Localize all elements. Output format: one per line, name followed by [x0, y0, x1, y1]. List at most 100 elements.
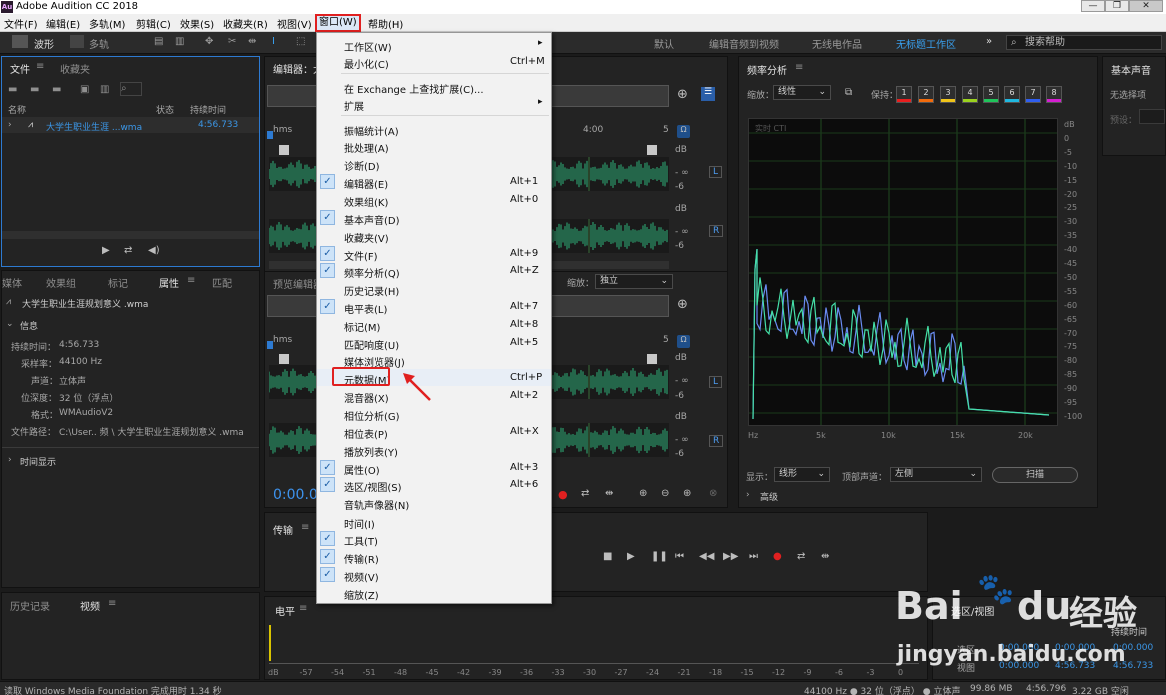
- panel-menu-icon[interactable]: ≡: [795, 62, 803, 73]
- headphone-icon[interactable]: Ω: [677, 125, 690, 138]
- hold-button-2[interactable]: 2: [918, 86, 934, 103]
- column-status[interactable]: 状态: [156, 103, 174, 116]
- slip-tool-icon[interactable]: ⇹: [248, 36, 256, 47]
- panel-menu-icon[interactable]: ≡: [299, 603, 307, 614]
- filter-search-icon[interactable]: ⌕: [120, 82, 142, 96]
- zoom-select[interactable]: 独立 ⌄: [595, 274, 673, 289]
- pitch-display-icon[interactable]: ▥: [175, 36, 184, 47]
- window-menu-item[interactable]: 历史记录(H): [317, 280, 551, 298]
- autoplay-icon[interactable]: ◀): [148, 245, 160, 256]
- zoom-out-amplitude-icon[interactable]: ⊖: [661, 488, 669, 499]
- channel-left-button[interactable]: L: [709, 166, 723, 178]
- stop-icon[interactable]: ■: [603, 551, 612, 562]
- multitrack-view-button[interactable]: 多轨: [89, 36, 109, 51]
- window-menu-item[interactable]: 标记(M) Alt+8: [317, 316, 551, 334]
- menu-favorites[interactable]: 收藏夹(R): [223, 16, 268, 31]
- frequency-graph[interactable]: 实时 CTI: [748, 118, 1058, 426]
- tab-media[interactable]: 媒体: [2, 275, 22, 290]
- hold-button-3[interactable]: 3: [940, 86, 956, 103]
- menu-file[interactable]: 文件(F): [4, 16, 38, 31]
- hold-button-4[interactable]: 4: [962, 86, 978, 103]
- search-help-input[interactable]: ⌕ 搜索帮助: [1006, 35, 1162, 50]
- preview-playhead-marker[interactable]: [267, 341, 273, 349]
- tab-video[interactable]: 视频: [80, 598, 100, 613]
- tab-match[interactable]: 匹配: [212, 275, 232, 290]
- window-menu-item[interactable]: ✓ 文件(F) Alt+9: [317, 245, 551, 263]
- preview-channel-left[interactable]: L: [709, 376, 723, 388]
- open-file-icon[interactable]: ▬: [8, 84, 17, 95]
- panel-menu-icon[interactable]: ≡: [301, 522, 309, 533]
- delete-icon[interactable]: ▥: [100, 84, 109, 95]
- window-menu-item[interactable]: ✓ 频率分析(Q) Alt+Z: [317, 262, 551, 280]
- spectral-display-icon[interactable]: ▤: [154, 36, 163, 47]
- minimize-icon[interactable]: —: [1081, 0, 1105, 12]
- info-section-title[interactable]: 信息: [20, 319, 38, 332]
- scan-button[interactable]: 扫描: [992, 467, 1078, 483]
- window-menu-item[interactable]: 音轨声像器(N): [317, 494, 551, 512]
- window-menu-item[interactable]: 时间(I): [317, 513, 551, 531]
- tab-favorites[interactable]: 收藏夹: [60, 61, 90, 76]
- window-menu-item[interactable]: 振幅统计(A): [317, 120, 551, 138]
- menu-view[interactable]: 视图(V): [277, 16, 312, 31]
- window-menu-item[interactable]: ✓ 属性(O) Alt+3: [317, 459, 551, 477]
- workspace-default[interactable]: 默认: [654, 36, 674, 51]
- tab-properties[interactable]: 属性: [159, 275, 179, 290]
- import-file-icon[interactable]: ▬: [30, 84, 39, 95]
- collapse-icon[interactable]: ⌄: [6, 319, 14, 329]
- window-menu-item[interactable]: 扩展 ▸: [317, 95, 551, 113]
- hold-icon[interactable]: ⧉: [845, 87, 852, 98]
- waveform-view-button[interactable]: 波形: [34, 36, 54, 51]
- scale-select[interactable]: 线性 ⌄: [773, 85, 831, 100]
- hold-button-1[interactable]: 1: [896, 86, 912, 103]
- maximize-icon[interactable]: ❐: [1105, 0, 1129, 12]
- record-icon[interactable]: ●: [558, 488, 568, 501]
- advanced-expand-icon[interactable]: ›: [746, 490, 750, 500]
- window-menu-item[interactable]: 媒体浏览器(J): [317, 351, 551, 369]
- preview-channel-right[interactable]: R: [709, 435, 724, 447]
- workspace-active[interactable]: 无标题工作区: [896, 36, 956, 51]
- menu-multitrack[interactable]: 多轨(M): [89, 16, 125, 31]
- zoom-navigator-icon[interactable]: ⊕: [677, 87, 688, 102]
- window-menu-item[interactable]: 收藏夹(V): [317, 227, 551, 245]
- panel-menu-icon[interactable]: ≡: [187, 275, 195, 286]
- window-menu-item[interactable]: 相位分析(G): [317, 405, 551, 423]
- channel-right-button[interactable]: R: [709, 225, 724, 237]
- window-menu-item[interactable]: 最小化(C) Ctrl+M: [317, 53, 551, 71]
- expand-icon[interactable]: ›: [8, 455, 12, 465]
- tab-markers[interactable]: 标记: [108, 275, 128, 290]
- column-name[interactable]: 名称: [8, 103, 26, 116]
- window-menu-item[interactable]: 工作区(W) ▸: [317, 36, 551, 54]
- play-icon[interactable]: ▶: [627, 551, 635, 562]
- panel-menu-icon[interactable]: ≡: [108, 598, 116, 609]
- new-file-icon[interactable]: ▬: [52, 84, 61, 95]
- preset-select[interactable]: [1139, 109, 1165, 124]
- menu-effects[interactable]: 效果(S): [180, 16, 214, 31]
- fade-out-handle-icon[interactable]: [647, 145, 657, 155]
- menu-clip[interactable]: 剪辑(C): [136, 16, 171, 31]
- scrollbar[interactable]: [2, 231, 259, 239]
- time-selection-tool-icon[interactable]: Ⅰ: [272, 36, 275, 47]
- panel-menu-icon[interactable]: ≡: [36, 61, 44, 72]
- preview-fade-out-icon[interactable]: [647, 354, 657, 364]
- preview-headphone-icon[interactable]: Ω: [677, 335, 690, 348]
- window-menu-item[interactable]: 诊断(D): [317, 155, 551, 173]
- column-duration[interactable]: 持续时间: [190, 103, 226, 116]
- record-icon[interactable]: ●: [773, 551, 782, 562]
- fade-in-handle-icon[interactable]: [279, 145, 289, 155]
- tab-files[interactable]: 文件: [10, 61, 30, 76]
- insert-icon[interactable]: ▣: [80, 84, 89, 95]
- razor-tool-icon[interactable]: ✂: [228, 36, 236, 47]
- loop-icon[interactable]: ⇄: [581, 488, 589, 499]
- window-menu-item[interactable]: 相位表(P) Alt+X: [317, 423, 551, 441]
- marquee-tool-icon[interactable]: ⬚: [296, 36, 305, 47]
- window-menu-item[interactable]: ✓ 传输(R): [317, 548, 551, 566]
- hold-button-7[interactable]: 7: [1025, 86, 1041, 103]
- go-to-end-icon[interactable]: ⏭: [749, 551, 758, 562]
- move-tool-icon[interactable]: ✥: [205, 36, 213, 47]
- window-menu-item[interactable]: 效果组(K) Alt+0: [317, 191, 551, 209]
- tab-history[interactable]: 历史记录: [10, 598, 50, 613]
- loop-playback-icon[interactable]: ⇄: [797, 551, 805, 562]
- go-to-start-icon[interactable]: ⏮: [675, 551, 684, 562]
- tab-effects-rack[interactable]: 效果组: [46, 275, 76, 290]
- window-menu-item[interactable]: 缩放(Z): [317, 584, 551, 602]
